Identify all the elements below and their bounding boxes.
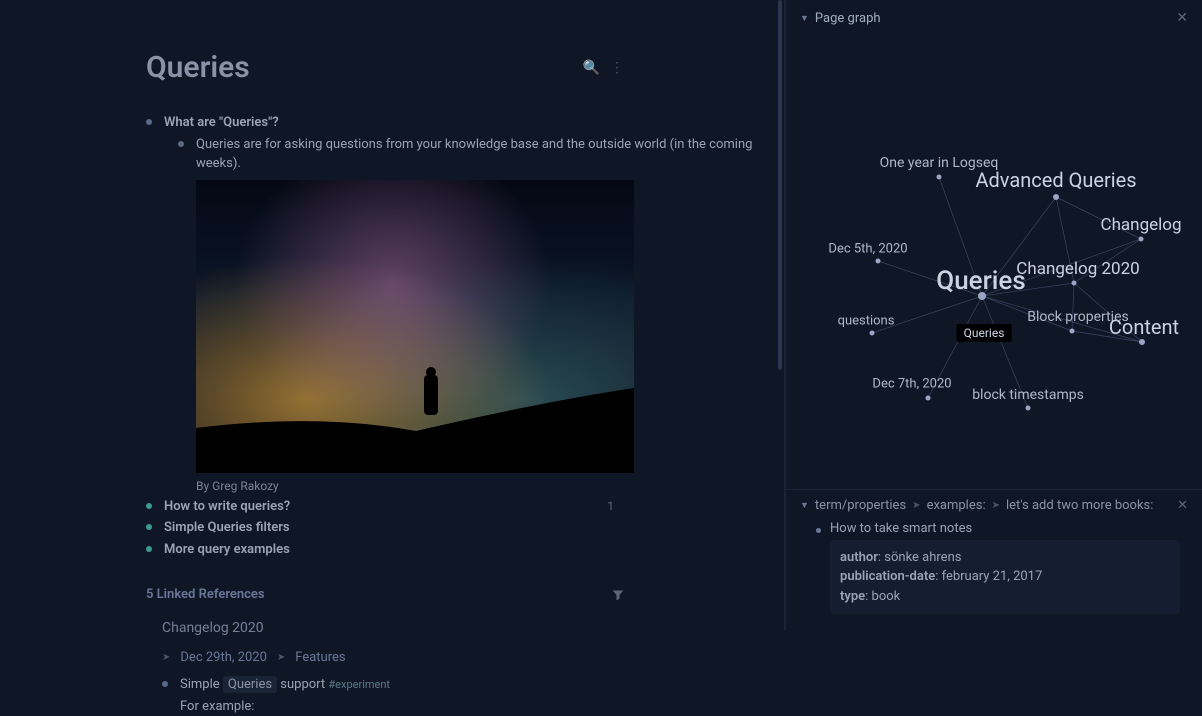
properties-panel: ▼ term/properties ➤ examples: ➤ let's ad… [786, 489, 1202, 631]
property-row: author: sönke ahrens [840, 548, 1170, 568]
crumb[interactable]: let's add two more books: [1006, 498, 1153, 513]
property-row: type: book [840, 587, 1170, 607]
note-title[interactable]: How to take smart notes [816, 521, 1180, 536]
property-key: publication-date [840, 569, 935, 584]
property-value: book [872, 589, 901, 604]
more-icon[interactable]: ⋮ [610, 60, 624, 76]
link-text: How to write queries? [164, 499, 290, 514]
page-title[interactable]: Queries [146, 50, 250, 85]
ref-block[interactable]: Simple Queries support #experiment For e… [162, 675, 624, 716]
ref-link-pill[interactable]: Queries [223, 676, 277, 693]
property-value: sönke ahrens [884, 550, 961, 565]
crumb-2[interactable]: Features [295, 650, 345, 665]
property-key: author [840, 550, 878, 565]
hashtag[interactable]: #experiment [328, 678, 390, 691]
bullet-icon[interactable] [162, 681, 168, 687]
block-desc[interactable]: Queries are for asking questions from yo… [178, 135, 784, 495]
linked-refs-title: 5 Linked References [146, 587, 265, 602]
title-row: Queries 🔍 ⋮ [146, 50, 784, 85]
image-credit: By Greg Rakozy [196, 477, 784, 495]
linked-references: 5 Linked References Changelog 2020 ➤ Dec… [146, 587, 784, 716]
crumb-1[interactable]: Dec 29th, 2020 [180, 650, 267, 665]
close-icon[interactable]: ✕ [1176, 10, 1188, 26]
block-link[interactable]: How to write queries? 1 [146, 497, 784, 517]
title-actions: 🔍 ⋮ [583, 60, 624, 76]
main-pane: Queries 🔍 ⋮ What are "Queries"? Queries … [0, 0, 786, 630]
filter-icon[interactable] [612, 589, 624, 601]
chevron-right-icon: ➤ [992, 500, 1000, 511]
bullet-icon[interactable] [146, 119, 152, 125]
embedded-image[interactable] [196, 180, 634, 473]
close-icon[interactable]: ✕ [1177, 498, 1188, 513]
child-count: 1 [607, 497, 614, 515]
block-link[interactable]: More query examples [146, 540, 784, 560]
property-row: publication-date: february 21, 2017 [840, 567, 1170, 587]
graph-title: Page graph [815, 11, 881, 26]
crumb[interactable]: term/properties [815, 498, 906, 513]
bullet-icon[interactable] [146, 546, 152, 552]
link-text: Simple Queries filters [164, 520, 290, 535]
bullet-icon[interactable] [146, 524, 152, 530]
ref-text-2: For example: [180, 697, 624, 716]
caret-down-icon[interactable]: ▼ [800, 13, 809, 24]
chevron-right-icon: ➤ [912, 500, 920, 511]
heading-text: What are "Queries"? [164, 115, 279, 130]
link-text: More query examples [164, 542, 290, 557]
search-icon[interactable]: 🔍 [583, 60, 600, 76]
caret-down-icon[interactable]: ▼ [800, 500, 809, 511]
chevron-right-icon: ➤ [277, 652, 285, 663]
breadcrumb[interactable]: ➤ Dec 29th, 2020 ➤ Features [162, 650, 624, 665]
crumb[interactable]: examples: [927, 498, 986, 513]
bullet-icon[interactable] [178, 141, 184, 147]
right-sidebar: ▼ Page graph ✕ QueriesAdvanced QueriesCo… [786, 0, 1202, 630]
graph-panel-header[interactable]: ▼ Page graph ✕ [786, 0, 1202, 36]
desc-text: Queries are for asking questions from yo… [196, 137, 752, 172]
properties-breadcrumb[interactable]: ▼ term/properties ➤ examples: ➤ let's ad… [786, 490, 1202, 521]
properties-box[interactable]: author: sönke ahrenspublication-date: fe… [830, 540, 1180, 615]
property-value: february 21, 2017 [942, 569, 1043, 584]
ref-page-title[interactable]: Changelog 2020 [162, 620, 624, 636]
property-key: type [840, 589, 865, 604]
chevron-right-icon: ➤ [162, 652, 170, 663]
graph-tooltip: Queries [957, 324, 1012, 342]
ref-text: Simple Queries support #experiment [180, 677, 390, 692]
block-link[interactable]: Simple Queries filters [146, 518, 784, 538]
linked-refs-header[interactable]: 5 Linked References [146, 587, 624, 602]
page-graph[interactable]: QueriesAdvanced QueriesContentChangelog … [786, 36, 1202, 489]
bullet-icon[interactable] [146, 503, 152, 509]
block-heading[interactable]: What are "Queries"? Queries are for aski… [146, 113, 784, 495]
